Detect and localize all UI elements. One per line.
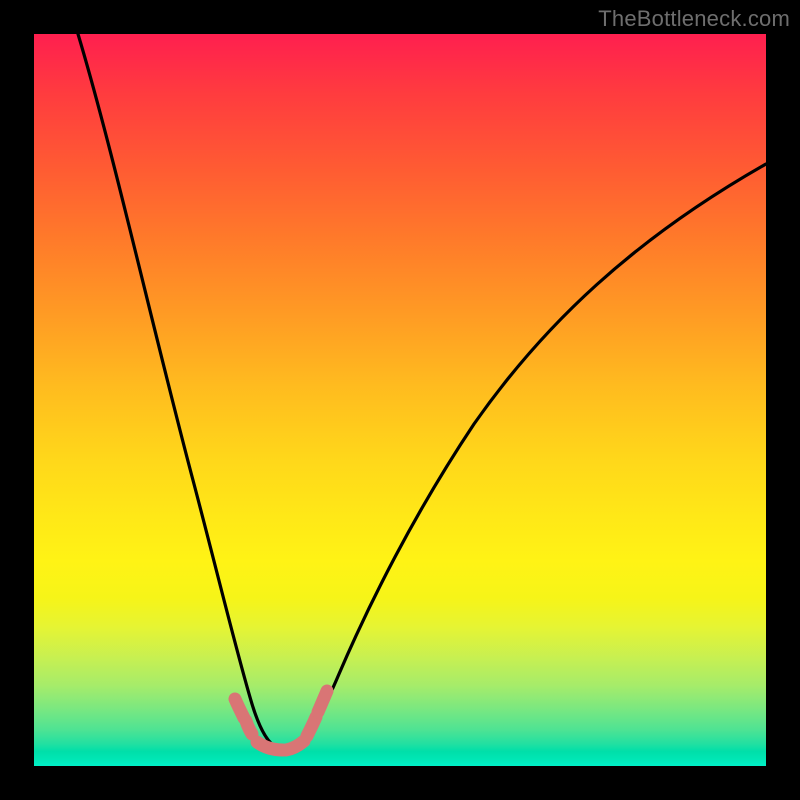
- chart-frame: TheBottleneck.com: [0, 0, 800, 800]
- overlay-bumps: [235, 691, 327, 750]
- chart-curves-svg: [34, 34, 766, 766]
- chart-plot-area: [34, 34, 766, 766]
- watermark-text: TheBottleneck.com: [598, 6, 790, 32]
- bottleneck-curve: [78, 34, 766, 751]
